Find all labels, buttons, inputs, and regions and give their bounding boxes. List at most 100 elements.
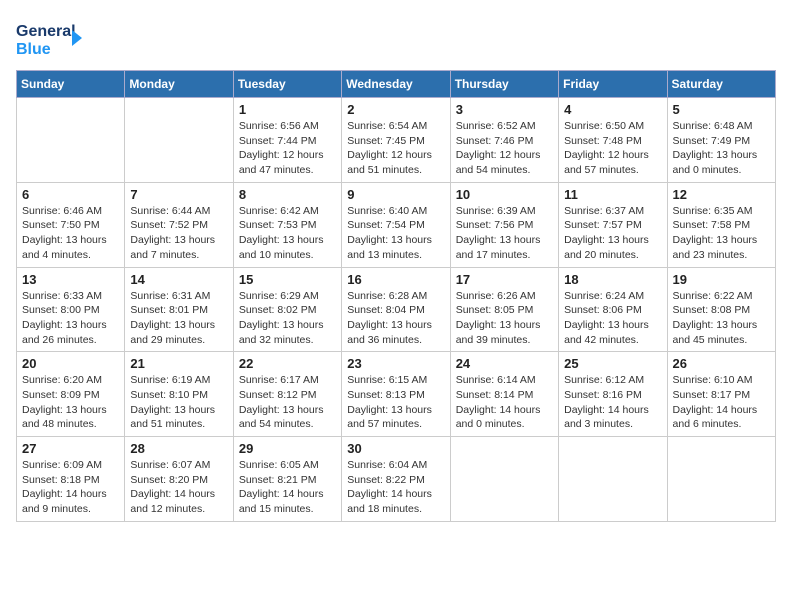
day-header-tuesday: Tuesday [233,71,341,98]
calendar-week-3: 13 Sunrise: 6:33 AM Sunset: 8:00 PM Dayli… [17,267,776,352]
day-header-friday: Friday [559,71,667,98]
day-header-wednesday: Wednesday [342,71,450,98]
svg-text:General: General [16,23,76,40]
day-number: 25 [564,356,661,371]
calendar-cell: 30 Sunrise: 6:04 AM Sunset: 8:22 PM Dayli… [342,437,450,522]
calendar-cell: 8 Sunrise: 6:42 AM Sunset: 7:53 PM Daylig… [233,182,341,267]
day-info: Sunrise: 6:37 AM Sunset: 7:57 PM Dayligh… [564,204,661,263]
day-info: Sunrise: 6:33 AM Sunset: 8:00 PM Dayligh… [22,289,119,348]
day-number: 13 [22,272,119,287]
calendar-cell: 24 Sunrise: 6:14 AM Sunset: 8:14 PM Dayli… [450,352,558,437]
day-number: 5 [673,102,770,117]
day-header-sunday: Sunday [17,71,125,98]
calendar-cell: 9 Sunrise: 6:40 AM Sunset: 7:54 PM Daylig… [342,182,450,267]
calendar-table: SundayMondayTuesdayWednesdayThursdayFrid… [16,70,776,522]
day-info: Sunrise: 6:22 AM Sunset: 8:08 PM Dayligh… [673,289,770,348]
calendar-cell: 12Sunrise: 6:35 AM Sunset: 7:58 PM Dayli… [667,182,775,267]
logo-svg: GeneralBlue [16,16,86,60]
day-info: Sunrise: 6:29 AM Sunset: 8:02 PM Dayligh… [239,289,336,348]
calendar-cell: 25 Sunrise: 6:12 AM Sunset: 8:16 PM Dayli… [559,352,667,437]
calendar-cell: 5 Sunrise: 6:48 AM Sunset: 7:49 PM Daylig… [667,98,775,183]
calendar-cell: 15 Sunrise: 6:29 AM Sunset: 8:02 PM Dayli… [233,267,341,352]
calendar-cell: 3 Sunrise: 6:52 AM Sunset: 7:46 PM Daylig… [450,98,558,183]
day-info: Sunrise: 6:14 AM Sunset: 8:14 PM Dayligh… [456,373,553,432]
day-info: Sunrise: 6:15 AM Sunset: 8:13 PM Dayligh… [347,373,444,432]
day-number: 16 [347,272,444,287]
day-number: 28 [130,441,227,456]
calendar-cell: 26 Sunrise: 6:10 AM Sunset: 8:17 PM Dayli… [667,352,775,437]
day-number: 19 [673,272,770,287]
day-number: 1 [239,102,336,117]
calendar-cell: 16Sunrise: 6:28 AM Sunset: 8:04 PM Dayli… [342,267,450,352]
calendar-week-4: 20 Sunrise: 6:20 AM Sunset: 8:09 PM Dayli… [17,352,776,437]
day-number: 30 [347,441,444,456]
calendar-cell: 1 Sunrise: 6:56 AM Sunset: 7:44 PM Daylig… [233,98,341,183]
day-info: Sunrise: 6:09 AM Sunset: 8:18 PM Dayligh… [22,458,119,517]
calendar-week-1: 1 Sunrise: 6:56 AM Sunset: 7:44 PM Daylig… [17,98,776,183]
calendar-cell: 22Sunrise: 6:17 AM Sunset: 8:12 PM Dayli… [233,352,341,437]
page-header: GeneralBlue [16,16,776,60]
calendar-cell: 11Sunrise: 6:37 AM Sunset: 7:57 PM Dayli… [559,182,667,267]
day-info: Sunrise: 6:48 AM Sunset: 7:49 PM Dayligh… [673,119,770,178]
day-number: 15 [239,272,336,287]
day-info: Sunrise: 6:40 AM Sunset: 7:54 PM Dayligh… [347,204,444,263]
day-number: 4 [564,102,661,117]
calendar-cell: 14Sunrise: 6:31 AM Sunset: 8:01 PM Dayli… [125,267,233,352]
day-info: Sunrise: 6:56 AM Sunset: 7:44 PM Dayligh… [239,119,336,178]
day-number: 10 [456,187,553,202]
day-number: 2 [347,102,444,117]
calendar-cell [17,98,125,183]
day-number: 27 [22,441,119,456]
day-info: Sunrise: 6:54 AM Sunset: 7:45 PM Dayligh… [347,119,444,178]
day-info: Sunrise: 6:20 AM Sunset: 8:09 PM Dayligh… [22,373,119,432]
day-header-saturday: Saturday [667,71,775,98]
day-info: Sunrise: 6:44 AM Sunset: 7:52 PM Dayligh… [130,204,227,263]
calendar-cell: 18 Sunrise: 6:24 AM Sunset: 8:06 PM Dayli… [559,267,667,352]
day-info: Sunrise: 6:46 AM Sunset: 7:50 PM Dayligh… [22,204,119,263]
day-number: 7 [130,187,227,202]
calendar-cell: 4 Sunrise: 6:50 AM Sunset: 7:48 PM Daylig… [559,98,667,183]
day-number: 21 [130,356,227,371]
day-info: Sunrise: 6:19 AM Sunset: 8:10 PM Dayligh… [130,373,227,432]
day-number: 3 [456,102,553,117]
calendar-cell [559,437,667,522]
calendar-cell: 7 Sunrise: 6:44 AM Sunset: 7:52 PM Daylig… [125,182,233,267]
calendar-cell: 2 Sunrise: 6:54 AM Sunset: 7:45 PM Daylig… [342,98,450,183]
calendar-cell: 10Sunrise: 6:39 AM Sunset: 7:56 PM Dayli… [450,182,558,267]
day-info: Sunrise: 6:50 AM Sunset: 7:48 PM Dayligh… [564,119,661,178]
calendar-cell: 28 Sunrise: 6:07 AM Sunset: 8:20 PM Dayli… [125,437,233,522]
svg-text:Blue: Blue [16,41,51,58]
day-info: Sunrise: 6:52 AM Sunset: 7:46 PM Dayligh… [456,119,553,178]
day-info: Sunrise: 6:12 AM Sunset: 8:16 PM Dayligh… [564,373,661,432]
day-info: Sunrise: 6:31 AM Sunset: 8:01 PM Dayligh… [130,289,227,348]
day-number: 22 [239,356,336,371]
day-number: 24 [456,356,553,371]
calendar-cell: 21 Sunrise: 6:19 AM Sunset: 8:10 PM Dayli… [125,352,233,437]
calendar-cell: 19 Sunrise: 6:22 AM Sunset: 8:08 PM Dayli… [667,267,775,352]
day-number: 26 [673,356,770,371]
day-number: 23 [347,356,444,371]
calendar-cell: 17Sunrise: 6:26 AM Sunset: 8:05 PM Dayli… [450,267,558,352]
day-info: Sunrise: 6:26 AM Sunset: 8:05 PM Dayligh… [456,289,553,348]
calendar-cell [125,98,233,183]
calendar-cell: 29Sunrise: 6:05 AM Sunset: 8:21 PM Dayli… [233,437,341,522]
calendar-cell: 23 Sunrise: 6:15 AM Sunset: 8:13 PM Dayli… [342,352,450,437]
day-info: Sunrise: 6:05 AM Sunset: 8:21 PM Dayligh… [239,458,336,517]
day-info: Sunrise: 6:24 AM Sunset: 8:06 PM Dayligh… [564,289,661,348]
calendar-week-2: 6Sunrise: 6:46 AM Sunset: 7:50 PM Daylig… [17,182,776,267]
day-number: 8 [239,187,336,202]
day-header-monday: Monday [125,71,233,98]
day-info: Sunrise: 6:07 AM Sunset: 8:20 PM Dayligh… [130,458,227,517]
day-number: 20 [22,356,119,371]
calendar-cell: 20 Sunrise: 6:20 AM Sunset: 8:09 PM Dayli… [17,352,125,437]
day-info: Sunrise: 6:04 AM Sunset: 8:22 PM Dayligh… [347,458,444,517]
calendar-cell: 27 Sunrise: 6:09 AM Sunset: 8:18 PM Dayli… [17,437,125,522]
day-info: Sunrise: 6:10 AM Sunset: 8:17 PM Dayligh… [673,373,770,432]
calendar-cell: 6Sunrise: 6:46 AM Sunset: 7:50 PM Daylig… [17,182,125,267]
logo: GeneralBlue [16,16,86,60]
day-number: 9 [347,187,444,202]
day-number: 18 [564,272,661,287]
day-number: 12 [673,187,770,202]
day-info: Sunrise: 6:42 AM Sunset: 7:53 PM Dayligh… [239,204,336,263]
calendar-cell: 13 Sunrise: 6:33 AM Sunset: 8:00 PM Dayli… [17,267,125,352]
